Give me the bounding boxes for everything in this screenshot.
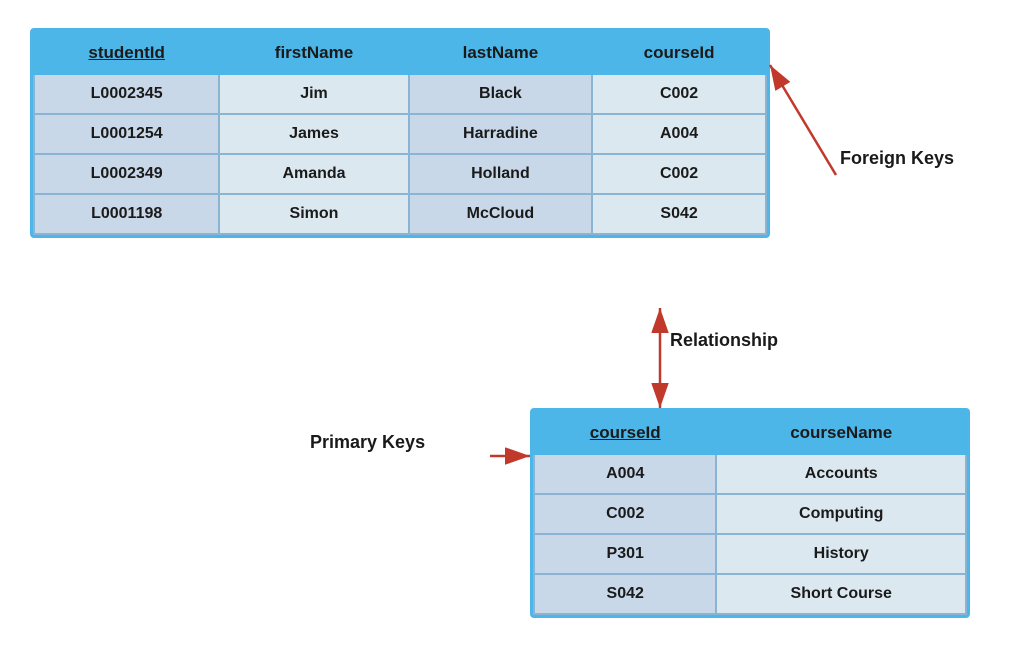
course-table-row: S042Short Course bbox=[534, 574, 966, 614]
course-cell: History bbox=[716, 534, 966, 574]
course-cell: Accounts bbox=[716, 454, 966, 494]
student-cell: McCloud bbox=[409, 194, 593, 234]
student-table: studentId firstName lastName courseId L0… bbox=[30, 28, 770, 238]
student-table-row: L0001254JamesHarradineA004 bbox=[34, 114, 766, 154]
student-cell: Jim bbox=[219, 74, 408, 114]
course-cell: A004 bbox=[534, 454, 716, 494]
course-table-row: C002Computing bbox=[534, 494, 966, 534]
student-cell: Simon bbox=[219, 194, 408, 234]
student-cell: A004 bbox=[592, 114, 766, 154]
student-col-courseId: courseId bbox=[592, 32, 766, 74]
course-table-row: P301History bbox=[534, 534, 966, 574]
course-table: courseId courseName A004AccountsC002Comp… bbox=[530, 408, 970, 618]
student-col-firstName: firstName bbox=[219, 32, 408, 74]
student-cell: C002 bbox=[592, 74, 766, 114]
student-cell: L0001254 bbox=[34, 114, 219, 154]
course-col-courseId: courseId bbox=[534, 412, 716, 454]
course-table-row: A004Accounts bbox=[534, 454, 966, 494]
student-cell: Amanda bbox=[219, 154, 408, 194]
student-cell: L0002349 bbox=[34, 154, 219, 194]
student-cell: James bbox=[219, 114, 408, 154]
student-cell: L0001198 bbox=[34, 194, 219, 234]
student-cell: S042 bbox=[592, 194, 766, 234]
student-cell: Harradine bbox=[409, 114, 593, 154]
student-col-studentId: studentId bbox=[34, 32, 219, 74]
student-cell: C002 bbox=[592, 154, 766, 194]
student-cell: L0002345 bbox=[34, 74, 219, 114]
course-cell: C002 bbox=[534, 494, 716, 534]
course-col-courseName: courseName bbox=[716, 412, 966, 454]
student-table-row: L0002345JimBlackC002 bbox=[34, 74, 766, 114]
student-table-row: L0001198SimonMcCloudS042 bbox=[34, 194, 766, 234]
course-cell: Short Course bbox=[716, 574, 966, 614]
course-cell: P301 bbox=[534, 534, 716, 574]
primary-keys-label: Primary Keys bbox=[310, 432, 425, 453]
foreign-keys-label: Foreign Keys bbox=[840, 148, 954, 169]
student-table-row: L0002349AmandaHollandC002 bbox=[34, 154, 766, 194]
course-cell: S042 bbox=[534, 574, 716, 614]
relationship-label: Relationship bbox=[670, 330, 778, 351]
course-cell: Computing bbox=[716, 494, 966, 534]
student-col-lastName: lastName bbox=[409, 32, 593, 74]
student-cell: Black bbox=[409, 74, 593, 114]
student-cell: Holland bbox=[409, 154, 593, 194]
diagram-container: studentId firstName lastName courseId L0… bbox=[0, 0, 1024, 672]
